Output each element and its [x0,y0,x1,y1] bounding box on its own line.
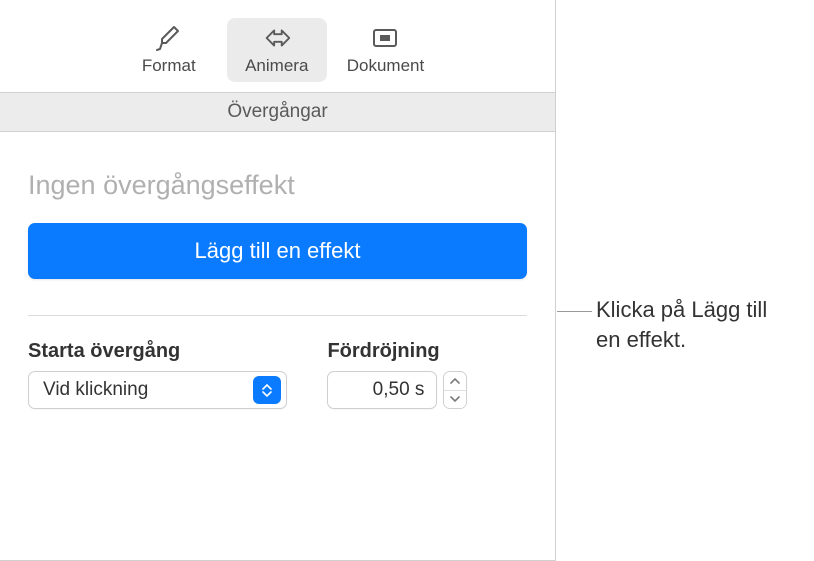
section-header-transitions: Övergångar [0,92,555,132]
divider [28,315,527,316]
start-transition-label: Starta övergång [28,340,287,363]
callout-text: Klicka på Lägg till en effekt. [596,295,796,354]
animate-icon [261,24,293,52]
tab-animate-label: Animera [245,56,308,76]
paintbrush-icon [153,24,185,52]
start-transition-value: Vid klickning [29,379,253,401]
callout-line [557,311,592,312]
tab-format[interactable]: Format [119,18,219,82]
inspector-panel: Format Animera Dokument [0,0,556,561]
effect-title: Ingen övergångseffekt [28,170,527,201]
delay-stepper [443,371,467,409]
tab-document[interactable]: Dokument [335,18,436,82]
toolbar: Format Animera Dokument [0,0,555,92]
stepper-down-button[interactable] [444,391,466,409]
chevron-down-icon [450,396,460,402]
delay-label: Fördröjning [327,340,527,363]
tab-animate[interactable]: Animera [227,18,327,82]
start-transition-select[interactable]: Vid klickning [28,371,287,409]
tab-document-label: Dokument [347,56,424,76]
stepper-up-button[interactable] [444,372,466,391]
delay-input[interactable] [327,371,437,409]
document-icon [369,24,401,52]
add-effect-button[interactable]: Lägg till en effekt [28,223,527,279]
tab-format-label: Format [142,56,196,76]
chevron-up-icon [450,378,460,384]
updown-icon [253,376,281,404]
